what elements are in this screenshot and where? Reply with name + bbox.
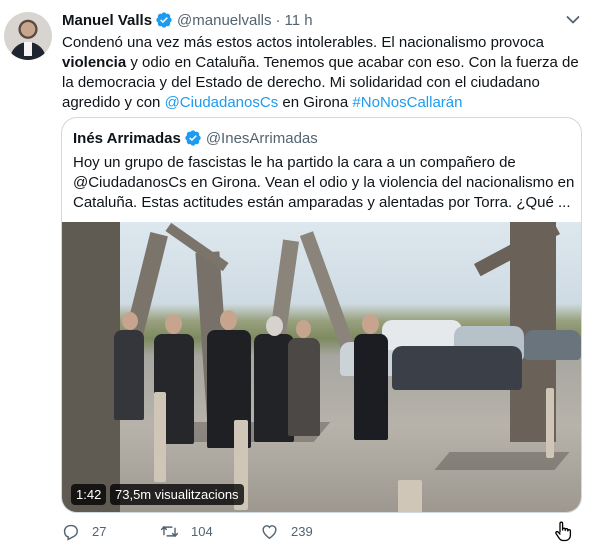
tweet-header: Manuel Valls @manuelvalls · 11 h — [62, 10, 313, 30]
reply-icon — [63, 524, 78, 541]
retweet-button[interactable]: 104 — [160, 520, 213, 542]
author-handle[interactable]: @manuelvalls — [177, 12, 271, 29]
quoted-tweet[interactable]: Inés Arrimadas @InesArrimadas Hoy un gru… — [61, 117, 582, 513]
tweet-text: Condenó una vez más estos actos intolera… — [62, 33, 582, 113]
parked-car — [392, 346, 522, 390]
video-duration: 1:42 — [71, 484, 107, 505]
person-head — [266, 316, 283, 336]
tweet-text-line-2-rest: y odio en Cataluña. Tenemos que acabar c… — [126, 54, 579, 71]
tweet-text-line-4-pre: agredido y con — [62, 94, 165, 111]
quoted-author-handle: @InesArrimadas — [205, 129, 318, 147]
quoted-tweet-header: Inés Arrimadas @InesArrimadas — [73, 128, 318, 148]
like-count: 239 — [291, 523, 313, 539]
verified-badge-icon — [185, 130, 201, 146]
tweet-text-line-3: la democracia y del Estado de derecho. M… — [62, 74, 540, 91]
person-head — [165, 314, 182, 334]
quoted-text-line-2: @CiudadanosCs en Girona. Vean el odio y … — [73, 174, 575, 191]
person — [288, 338, 320, 436]
person-head — [362, 314, 379, 334]
video-player[interactable]: 1:42 73,5m visualitzacions — [62, 222, 581, 512]
person-head — [220, 310, 237, 330]
tweet-actions: 27 104 239 — [61, 520, 581, 542]
author-name[interactable]: Manuel Valls — [62, 12, 152, 29]
bold-word: violencia — [62, 54, 127, 71]
avatar-shirt — [24, 42, 32, 56]
person — [114, 330, 144, 420]
retweet-icon — [160, 525, 179, 537]
tweet[interactable]: Manuel Valls @manuelvalls · 11 h Condenó… — [0, 0, 589, 543]
author-avatar[interactable] — [4, 12, 52, 60]
tweet-text-line-4-mid: en Girona — [278, 94, 353, 111]
mention-link[interactable]: @CiudadanosCs — [165, 94, 279, 111]
verified-badge-icon — [156, 12, 172, 28]
reply-button[interactable]: 27 — [61, 520, 106, 542]
quoted-text-line-1: Hoy un grupo de fascistas le ha partido … — [73, 154, 516, 171]
caret-down-icon — [566, 16, 580, 24]
hashtag-link[interactable]: #NoNosCallarán — [352, 94, 462, 111]
bollard — [546, 388, 554, 458]
tweet-time[interactable]: 11 h — [284, 12, 312, 29]
quoted-tweet-text: Hoy un grupo de fascistas le ha partido … — [73, 153, 575, 213]
tweet-text-line-2: violencia y odio en Cataluña. Tenemos qu… — [62, 53, 582, 73]
share-button[interactable] — [553, 520, 573, 542]
tweet-text-line-1: Condenó una vez más estos actos intolera… — [62, 34, 544, 51]
tree-trunk — [62, 222, 120, 512]
person-head — [296, 320, 311, 338]
bollard — [398, 480, 422, 512]
quoted-text-line-3: Cataluña. Estas actitudes están amparada… — [73, 194, 571, 211]
video-views: 73,5m visualitzacions — [110, 484, 244, 505]
person-head — [122, 312, 138, 330]
hand-cursor-icon — [555, 521, 572, 542]
like-icon — [262, 524, 277, 539]
bollard — [154, 392, 166, 482]
retweet-count: 104 — [191, 523, 213, 539]
quoted-author-name: Inés Arrimadas — [73, 129, 181, 147]
more-options-button[interactable] — [563, 10, 583, 30]
tweet-text-line-4: agredido y con @CiudadanosCs en Girona #… — [62, 93, 582, 113]
parked-car — [524, 330, 581, 360]
separator-dot: · — [275, 11, 281, 29]
reply-count: 27 — [92, 523, 107, 539]
like-button[interactable]: 239 — [260, 520, 313, 542]
person — [354, 334, 388, 440]
